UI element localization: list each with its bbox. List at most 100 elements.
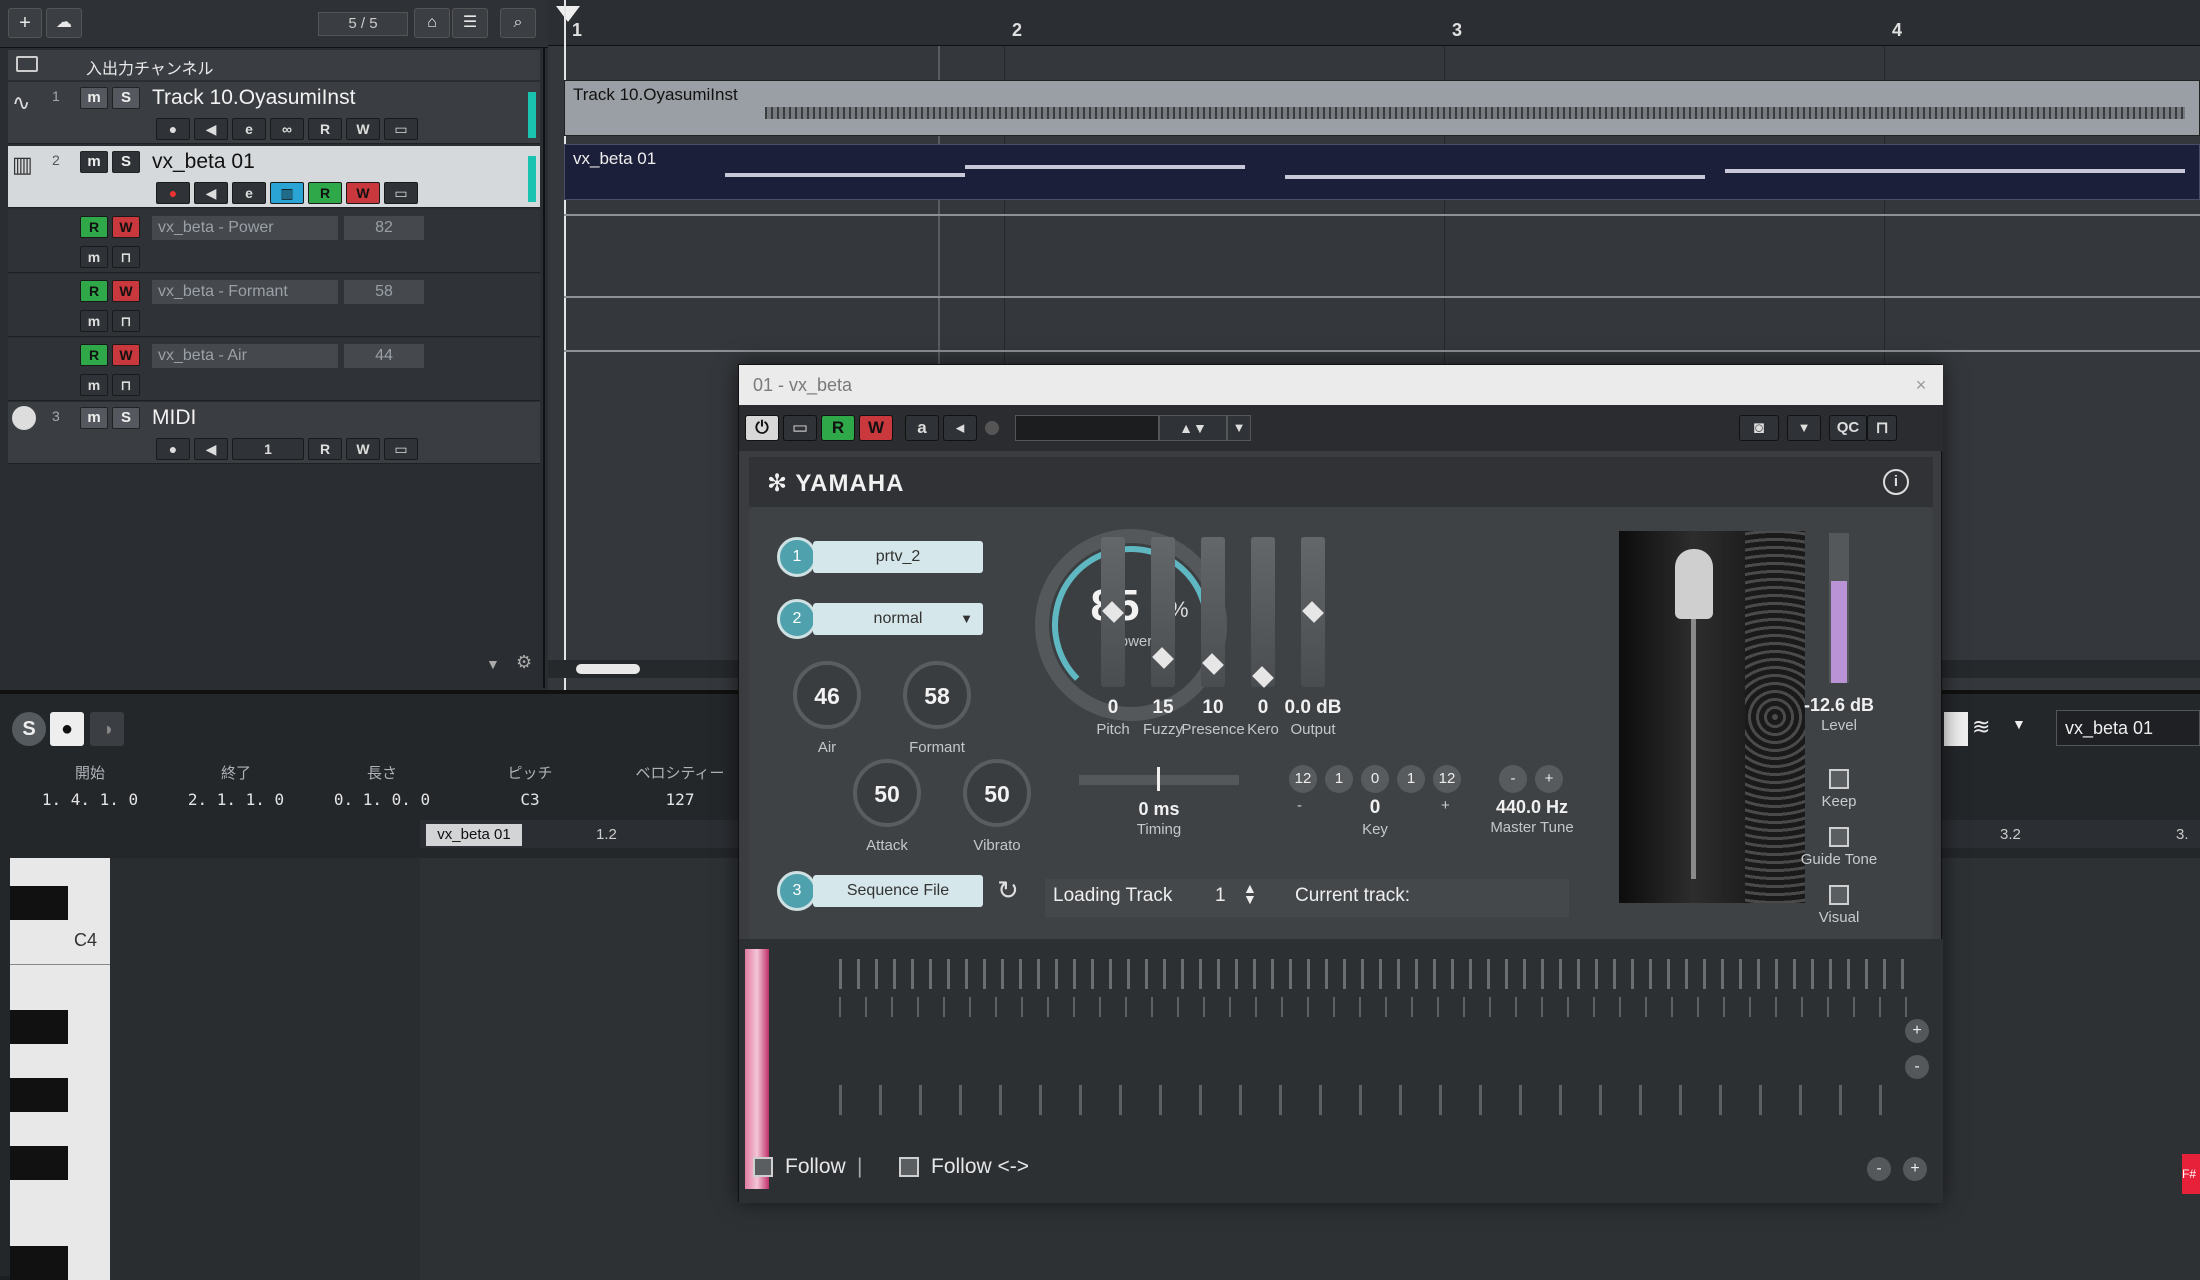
write-button[interactable]: W [346,182,380,204]
write-button[interactable]: W [346,438,380,460]
solo-button[interactable]: S [112,151,140,173]
loading-track-value[interactable]: 1 [1215,885,1226,907]
activate-button[interactable]: a [905,415,939,441]
chevron-down-icon[interactable]: ▼ [1227,415,1251,441]
read-button[interactable]: R [308,438,342,460]
h-zoom-out-button[interactable]: - [1867,1157,1891,1181]
monitor-icon[interactable]: ◀ [194,118,228,140]
audio-event[interactable]: Track 10.OyasumiInst [564,80,2200,136]
automation-lane-power[interactable]: R W vx_beta - Power 82 m ⊓ [8,210,540,273]
key-plus-1-button[interactable]: 1 [1397,765,1425,793]
arrow-left-icon[interactable]: ◂ [943,415,977,441]
vocal-event[interactable]: vx_beta 01 [564,144,2200,200]
edit-icon[interactable]: e [232,182,266,204]
slider-thumb[interactable] [1252,666,1274,688]
preset-field[interactable] [1015,415,1159,441]
lock-icon[interactable]: ⊓ [112,310,140,332]
sound-icon[interactable]: ◑ [90,712,124,746]
pitch-view[interactable]: + - Follow | Follow <-> - + [739,939,1943,1203]
camera-icon[interactable]: ◙ [1739,415,1779,441]
black-key[interactable] [10,1078,68,1112]
automation-lane-formant[interactable]: R W vx_beta - Formant 58 m ⊓ [8,274,540,337]
list-icon[interactable]: ☰ [452,8,488,38]
track-row-audio[interactable]: ∿ 1 m S Track 10.OyasumiInst ● ◀ e ∞ R W… [8,82,540,144]
stepper-icon[interactable]: ▲ ▼ [1243,881,1257,906]
lane-value[interactable]: 82 [344,216,424,240]
chevron-down-icon[interactable]: ▼ [486,656,500,672]
lane-parameter[interactable]: vx_beta - Power [152,216,338,240]
lock-icon[interactable]: ⊓ [112,246,140,268]
slider-thumb[interactable] [1302,601,1324,623]
keep-checkbox[interactable] [1829,769,1849,789]
write-automation-button[interactable]: W [859,415,893,441]
key-minus-1-button[interactable]: 1 [1325,765,1353,793]
track-row-vx[interactable]: ▥ 2 m S vx_beta 01 ● ◀ e ▥ R W ▭ [8,146,540,208]
automation-curve-formant[interactable] [564,296,2200,298]
start-value[interactable]: 1. 4. 1. 0 [20,790,160,809]
lanes-icon[interactable]: ▭ [384,438,418,460]
write-button[interactable]: W [346,118,380,140]
record-icon[interactable]: ● [50,712,84,746]
tune-plus-button[interactable]: + [1535,765,1563,793]
home-icon[interactable]: ⌂ [414,8,450,38]
lock-icon[interactable]: ⊓ [1867,415,1897,441]
zoom-in-button[interactable]: + [1905,1019,1929,1043]
black-key[interactable] [10,886,68,920]
midi-channel[interactable]: 1 [232,438,304,460]
quick-controls-button[interactable]: QC [1829,415,1867,441]
lane-parameter[interactable]: vx_beta - Air [152,344,338,368]
timing-thumb[interactable] [1157,767,1160,791]
snap-icon[interactable] [1944,712,1968,746]
gear-icon[interactable]: ⚙ [516,652,532,673]
folder-track[interactable]: 入出力チャンネル [8,50,540,80]
note-grid-empty[interactable] [110,858,420,1280]
monitor-icon[interactable]: ◀ [194,182,228,204]
chevron-down-icon[interactable]: ▼ [1787,415,1821,441]
read-button[interactable]: R [308,118,342,140]
timing-slider[interactable] [1079,767,1239,791]
write-button[interactable]: W [112,280,140,302]
power-icon[interactable]: ⏻ [745,415,779,441]
slider-thumb[interactable] [1102,601,1124,623]
lane-value[interactable]: 58 [344,280,424,304]
write-button[interactable]: W [112,344,140,366]
mute-icon[interactable]: m [80,374,108,396]
mute-icon[interactable]: m [80,310,108,332]
record-enable-icon[interactable]: ● [156,438,190,460]
solo-button[interactable]: S [112,407,140,429]
automation-lane-air[interactable]: R W vx_beta - Air 44 m ⊓ [8,338,540,401]
add-track-button[interactable]: + [8,8,42,38]
pitch-value[interactable]: C3 [460,790,600,809]
read-button[interactable]: R [80,280,108,302]
guide-tone-checkbox[interactable] [1829,827,1849,847]
preset-arrows-icon[interactable]: ▲▼ [1159,415,1227,441]
write-button[interactable]: W [112,216,140,238]
key-minus-12-button[interactable]: 12 [1289,765,1317,793]
mute-icon[interactable]: m [80,246,108,268]
monitor-icon[interactable]: ◀ [194,438,228,460]
piano-icon[interactable]: ▥ [270,182,304,204]
slider-thumb[interactable] [1202,653,1224,675]
mute-button[interactable]: m [80,151,108,173]
track-name[interactable]: MIDI [152,406,196,430]
search-icon[interactable]: ⌕ [500,8,536,38]
playhead-marker[interactable] [556,6,580,22]
zoom-out-button[interactable]: - [1905,1055,1929,1079]
lane-parameter[interactable]: vx_beta - Formant [152,280,338,304]
black-key[interactable] [10,1010,68,1044]
track-name[interactable]: Track 10.OyasumiInst [152,86,355,110]
lanes-icon[interactable]: ▭ [384,182,418,204]
tune-minus-button[interactable]: - [1499,765,1527,793]
slider-presence[interactable] [1201,537,1225,687]
sequence-file-button[interactable]: Sequence File [813,875,983,907]
black-key[interactable] [10,1246,68,1280]
read-button[interactable]: R [308,182,342,204]
lane-value[interactable]: 44 [344,344,424,368]
scroll-thumb[interactable] [576,664,640,674]
quantize-icon[interactable]: ≋ [1972,714,1990,740]
track-name[interactable]: vx_beta 01 [152,150,255,174]
timeline-ruler[interactable]: 1 2 3 4 [548,0,2200,46]
slider-output[interactable] [1301,537,1325,687]
read-button[interactable]: R [80,216,108,238]
lanes-icon[interactable]: ▭ [384,118,418,140]
